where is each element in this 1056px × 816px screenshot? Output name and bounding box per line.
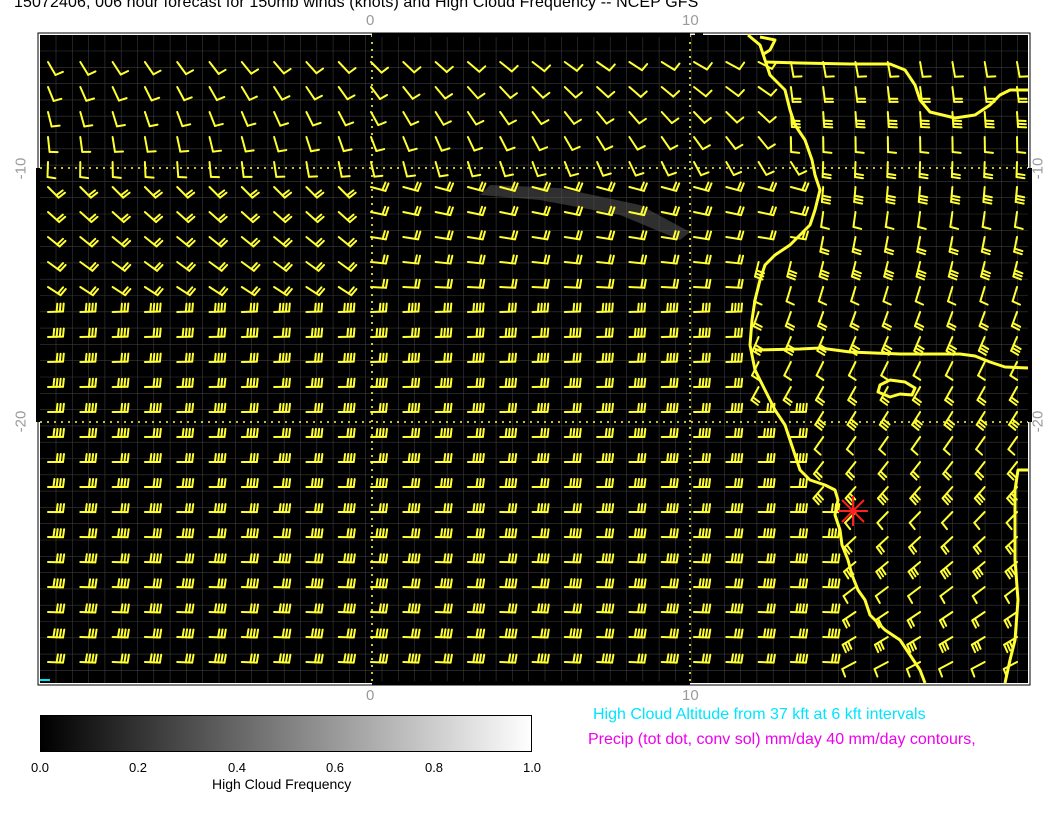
top-tick-bar-10	[695, 33, 703, 37]
lon-label-top-10: 10	[682, 12, 699, 29]
colorbar-tick: 0.6	[325, 760, 345, 775]
asterisk-marker-icon	[838, 496, 868, 526]
lon-label-bottom-10: 10	[682, 687, 699, 704]
right-tick-bar	[1028, 168, 1032, 422]
cloud-frequency-colorbar	[40, 715, 532, 752]
precip-legend: Precip (tot dot, conv sol) mm/day 40 mm/…	[588, 731, 976, 748]
lat-label-left-10: -10	[12, 157, 30, 180]
high-cloud-altitude-legend: High Cloud Altitude from 37 kft at 6 kft…	[593, 706, 926, 723]
lon-label-bottom-0: 0	[366, 687, 375, 704]
weather-map	[36, 32, 1032, 686]
colorbar-tick: 0.8	[424, 760, 444, 775]
bottom-tick-bar	[372, 681, 690, 685]
colorbar-label: High Cloud Frequency	[212, 776, 352, 792]
lon-label-top-0: 0	[366, 12, 375, 29]
colorbar-tick: 1.0	[522, 760, 542, 775]
colorbar-tick: 0.4	[227, 760, 247, 775]
top-tick-bar-0	[372, 33, 690, 37]
lat-label-right-10: -10	[1029, 157, 1047, 180]
colorbar-tick: 0.0	[30, 760, 50, 775]
lat-label-right-20: -20	[1029, 410, 1047, 433]
left-tick-bar	[36, 168, 40, 422]
lat-label-left-20: -20	[12, 410, 30, 433]
colorbar-tick: 0.2	[128, 760, 148, 775]
